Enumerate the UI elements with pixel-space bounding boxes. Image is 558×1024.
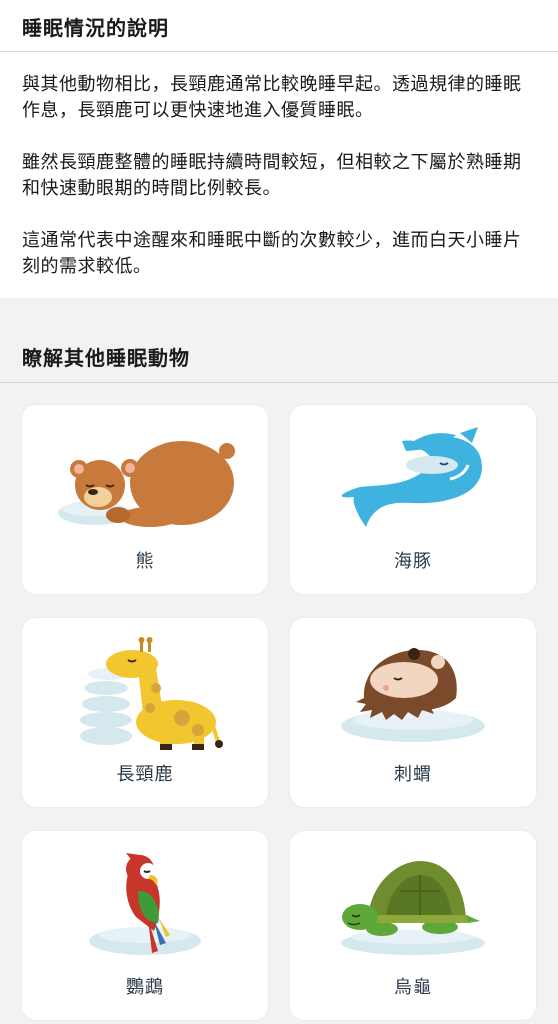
animal-card-dolphin[interactable]: 海豚 xyxy=(290,405,536,594)
animal-label: 長頸鹿 xyxy=(116,764,174,785)
info-paragraph: 雖然長頸鹿整體的睡眠持續時間較短，但相較之下屬於熟睡期和快速動眼期的時間比例較長… xyxy=(22,152,522,199)
giraffe-icon xyxy=(80,637,223,750)
animal-label: 熊 xyxy=(135,551,155,572)
hedgehog-icon xyxy=(341,648,485,742)
animal-card-parrot[interactable]: 鸚鵡 xyxy=(22,831,268,1020)
bear-icon xyxy=(58,441,235,527)
animal-label: 刺蝟 xyxy=(394,764,432,785)
sleep-info-body: 與其他動物相比，長頸鹿通常比較晚睡早起。透過規律的睡眠作息，長頸鹿可以更快速地進… xyxy=(0,52,558,298)
sleep-info-title: 睡眠情況的說明 xyxy=(0,0,558,52)
info-paragraph: 與其他動物相比，長頸鹿通常比較晚睡早起。透過規律的睡眠作息，長頸鹿可以更快速地進… xyxy=(22,74,522,121)
animal-label: 烏龜 xyxy=(394,977,432,998)
parrot-icon xyxy=(89,853,201,955)
other-animals-title: 瞭解其他睡眠動物 xyxy=(0,318,558,383)
info-paragraph: 這通常代表中途醒來和睡眠中斷的次數較少，進而白天小睡片刻的需求較低。 xyxy=(22,230,522,277)
animal-card-hedgehog[interactable]: 刺蝟 xyxy=(290,618,536,807)
animal-label: 海豚 xyxy=(394,551,432,572)
section-divider xyxy=(0,298,558,318)
sleep-info-section: 睡眠情況的說明 與其他動物相比，長頸鹿通常比較晚睡早起。透過規律的睡眠作息，長頸… xyxy=(0,0,558,298)
animal-card-bear[interactable]: 熊 xyxy=(22,405,268,594)
dolphin-icon xyxy=(341,427,482,527)
animal-card-turtle[interactable]: 烏龜 xyxy=(290,831,536,1020)
animal-card-giraffe[interactable]: 長頸鹿 xyxy=(22,618,268,807)
animal-label: 鸚鵡 xyxy=(126,977,164,998)
turtle-icon xyxy=(341,861,485,955)
animal-grid: 熊 海豚 長頸鹿 刺蝟 鸚鵡 烏龜 xyxy=(0,383,558,1020)
